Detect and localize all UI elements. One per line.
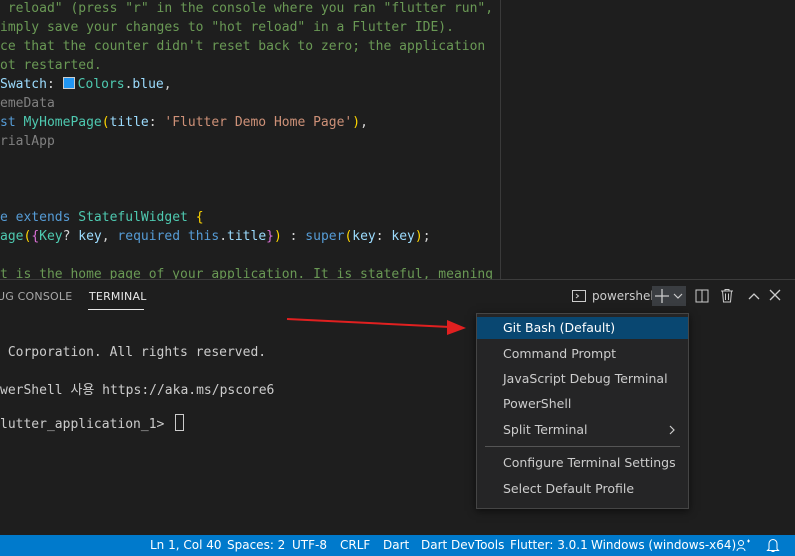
status-eol[interactable]: CRLF (340, 538, 370, 552)
menu-separator (485, 446, 680, 447)
feedback-icon[interactable] (736, 538, 751, 556)
menu-item-command-prompt[interactable]: Command Prompt (477, 343, 688, 365)
status-indentation[interactable]: Spaces: 2 (227, 538, 285, 552)
status-language[interactable]: Dart (383, 538, 409, 552)
menu-item-configure-terminal-settings[interactable]: Configure Terminal Settings (477, 452, 688, 474)
status-cursor-position[interactable]: Ln 1, Col 40 (150, 538, 222, 552)
menu-item-git-bash[interactable]: Git Bash (Default) (477, 317, 688, 339)
notifications-bell-icon[interactable] (766, 538, 780, 556)
status-flutter-version[interactable]: Flutter: 3.0.1 (510, 538, 588, 552)
new-terminal-dropdown: Git Bash (Default) Command Prompt JavaSc… (476, 313, 689, 509)
menu-item-split-terminal[interactable]: Split Terminal (477, 419, 688, 441)
menu-item-powershell[interactable]: PowerShell (477, 393, 688, 415)
status-device[interactable]: Windows (windows-x64) (591, 538, 736, 552)
menu-item-javascript-debug-terminal[interactable]: JavaScript Debug Terminal (477, 368, 688, 390)
chevron-right-icon (668, 419, 676, 448)
status-bar: Ln 1, Col 40 Spaces: 2 UTF-8 CRLF Dart D… (0, 535, 795, 556)
menu-item-select-default-profile[interactable]: Select Default Profile (477, 478, 688, 500)
status-dart-devtools[interactable]: Dart DevTools (421, 538, 504, 552)
status-encoding[interactable]: UTF-8 (292, 538, 327, 552)
